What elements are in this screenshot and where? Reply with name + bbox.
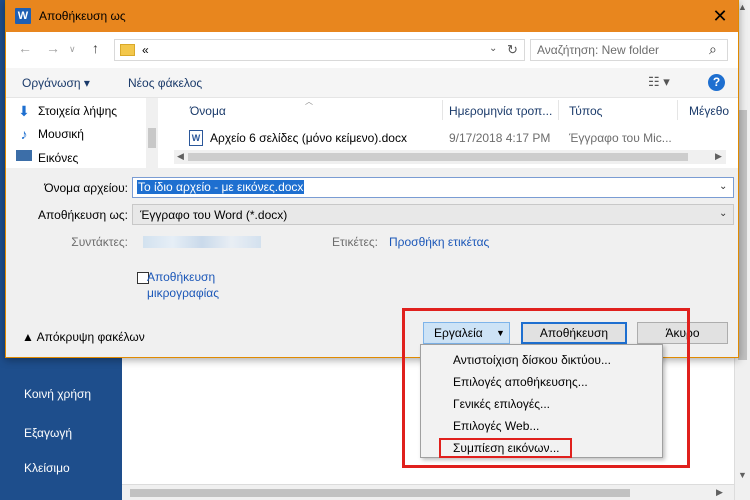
- column-header-date[interactable]: Ημερομηνία τροπ...: [449, 104, 552, 118]
- authors-value-blurred[interactable]: [143, 236, 261, 248]
- file-row[interactable]: W Αρχείο 6 σελίδες (μόνο κείμενο).docx 9…: [158, 128, 724, 148]
- view-options-icon[interactable]: ☷ ▾: [648, 74, 670, 90]
- dialog-titlebar[interactable]: W Αποθήκευση ως ✕: [6, 0, 738, 32]
- address-path: «: [142, 43, 149, 57]
- scrollbar-thumb[interactable]: [188, 153, 688, 161]
- scroll-down-icon[interactable]: ▼: [738, 470, 747, 480]
- pictures-icon: [16, 150, 32, 161]
- file-list-horizontal-scrollbar[interactable]: ◀ ▶: [174, 150, 726, 164]
- nav-item-downloads[interactable]: Στοιχεία λήψης: [38, 104, 117, 118]
- file-list: ︿ Όνομα Ημερομηνία τροπ... Τύπος Μέγεθο …: [158, 97, 738, 168]
- filename-input[interactable]: Το ίδιο αρχείο - με εικόνες.docx ⌄: [132, 177, 734, 198]
- help-icon[interactable]: ?: [708, 74, 725, 91]
- dialog-title: Αποθήκευση ως: [39, 9, 126, 23]
- file-type: Έγγραφο του Mic...: [569, 131, 672, 145]
- backstage-item-share[interactable]: Κοινή χρήση: [24, 387, 91, 401]
- save-as-dialog: W Αποθήκευση ως ✕ ← → ∨ ↑ « ⌄ ↻ Αναζήτησ…: [5, 0, 739, 358]
- column-header-name[interactable]: Όνομα: [190, 104, 226, 118]
- back-arrow-icon[interactable]: ←: [18, 40, 32, 56]
- scroll-left-icon[interactable]: ◀: [177, 151, 184, 162]
- navigation-pane: ⬇ Στοιχεία λήψης ♪ Μουσική Εικόνες: [6, 98, 158, 168]
- column-divider[interactable]: [442, 100, 443, 120]
- savetype-value: Έγγραφο του Word (*.docx): [140, 208, 288, 222]
- nav-item-pictures[interactable]: Εικόνες: [38, 151, 78, 165]
- up-arrow-icon[interactable]: ↑: [92, 40, 99, 56]
- backstage-item-export[interactable]: Εξαγωγή: [24, 426, 72, 440]
- navigation-pane-scrollbar[interactable]: [146, 98, 158, 168]
- sort-ascending-icon: ︿: [305, 97, 313, 106]
- column-header-type[interactable]: Τύπος: [569, 104, 602, 118]
- chevron-down-icon[interactable]: ⌄: [489, 43, 497, 54]
- column-divider[interactable]: [677, 100, 678, 120]
- scrollbar-thumb[interactable]: [738, 110, 747, 360]
- word-app-icon: W: [15, 8, 31, 24]
- scroll-up-icon[interactable]: ▲: [738, 2, 747, 12]
- search-input[interactable]: Αναζήτηση: New folder ⌕: [530, 39, 728, 61]
- save-thumbnail-label-line1[interactable]: Αποθήκευση: [147, 270, 215, 284]
- highlight-box-compress-pictures: [439, 438, 572, 458]
- word-document-icon: W: [189, 130, 203, 146]
- music-note-icon: ♪: [20, 126, 28, 142]
- organize-button[interactable]: Οργάνωση ▾: [22, 76, 90, 90]
- search-placeholder: Αναζήτηση: New folder: [537, 43, 659, 57]
- savetype-label: Αποθήκευση ως:: [38, 208, 128, 222]
- download-arrow-icon: ⬇: [18, 103, 30, 119]
- filename-label: Όνομα αρχείου:: [44, 181, 128, 195]
- add-tag-link[interactable]: Προσθήκη ετικέτας: [389, 235, 489, 249]
- address-input[interactable]: « ⌄ ↻: [114, 39, 525, 61]
- backstage-item-close[interactable]: Κλείσιμο: [24, 461, 70, 475]
- new-folder-button[interactable]: Νέος φάκελος: [128, 76, 202, 90]
- file-date: 9/17/2018 4:17 PM: [449, 131, 551, 145]
- authors-label: Συντάκτες:: [71, 235, 128, 249]
- chevron-down-icon[interactable]: ⌄: [719, 208, 727, 219]
- recent-locations-chevron-icon[interactable]: ∨: [69, 44, 76, 55]
- file-list-header: ︿ Όνομα Ημερομηνία τροπ... Τύπος Μέγεθο: [158, 97, 738, 122]
- tags-label: Ετικέτες:: [332, 235, 378, 249]
- chevron-down-icon[interactable]: ⌄: [719, 181, 727, 192]
- hide-folders-button[interactable]: ▲ Απόκρυψη φακέλων: [22, 330, 145, 344]
- folder-icon: [120, 44, 135, 56]
- dialog-toolbar: Οργάνωση ▾ Νέος φάκελος ☷ ▾ ?: [6, 68, 738, 98]
- column-divider[interactable]: [558, 100, 559, 120]
- savetype-select[interactable]: Έγγραφο του Word (*.docx) ⌄: [132, 204, 734, 225]
- chevron-up-icon: ▲: [22, 330, 37, 344]
- nav-item-music[interactable]: Μουσική: [38, 127, 84, 141]
- scroll-right-icon[interactable]: ▶: [715, 151, 722, 162]
- scrollbar-thumb[interactable]: [148, 128, 156, 148]
- search-icon[interactable]: ⌕: [709, 41, 717, 58]
- backstage-horizontal-scrollbar[interactable]: ▶: [122, 484, 734, 500]
- file-name: Αρχείο 6 σελίδες (μόνο κείμενο).docx: [210, 131, 407, 145]
- refresh-icon[interactable]: ↻: [507, 42, 518, 58]
- scroll-right-icon[interactable]: ▶: [716, 487, 723, 498]
- column-header-size[interactable]: Μέγεθο: [689, 104, 729, 118]
- hide-folders-label: Απόκρυψη φακέλων: [36, 330, 145, 344]
- save-thumbnail-label-line2[interactable]: μικρογραφίας: [147, 286, 219, 300]
- filename-value: Το ίδιο αρχείο - με εικόνες.docx: [137, 180, 305, 194]
- forward-arrow-icon[interactable]: →: [46, 40, 60, 56]
- address-bar-row: ← → ∨ ↑ « ⌄ ↻ Αναζήτηση: New folder ⌕: [6, 32, 738, 68]
- close-icon[interactable]: ✕: [706, 3, 734, 29]
- scrollbar-thumb[interactable]: [130, 489, 630, 497]
